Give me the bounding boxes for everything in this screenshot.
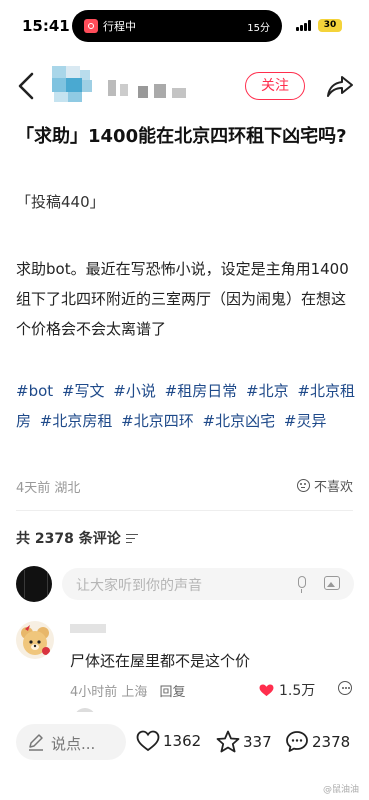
microphone-icon[interactable]	[298, 576, 306, 593]
teddy-bear-icon	[21, 625, 50, 655]
comment-input[interactable]: 让大家听到你的声音	[62, 568, 354, 600]
post-title: 「求助」1400能在北京四环租下凶宅吗?	[16, 126, 347, 147]
author-avatar[interactable]	[50, 66, 94, 104]
follow-button[interactable]: 关注	[245, 72, 305, 100]
say-something-button[interactable]: 说点...	[16, 724, 126, 760]
reply-button[interactable]: 回复	[160, 685, 186, 700]
share-icon[interactable]	[326, 72, 354, 100]
tag-link[interactable]: #小说	[113, 382, 156, 400]
tag-link[interactable]: #北京凶宅	[203, 412, 276, 430]
comment-count-label: 共 2378 条评论	[16, 531, 121, 547]
tag-link[interactable]: #灵异	[284, 412, 327, 430]
comment-meta: 4小时前 上海 回复	[70, 681, 186, 700]
battery-indicator: 30	[318, 19, 342, 32]
commenter-avatar[interactable]	[16, 621, 54, 659]
image-icon[interactable]	[324, 576, 340, 590]
star-outline-icon	[216, 730, 240, 753]
post-tags: #bot #写文 #小说 #租房日常 #北京 #北京租房 #北京房租 #北京四环…	[16, 376, 360, 436]
say-something-label: 说点...	[51, 735, 96, 753]
status-bar: 15:41 行程中 15分 30	[0, 0, 369, 54]
heart-filled-icon	[259, 683, 274, 696]
watermark: @鼠油油	[322, 785, 359, 795]
comment-input-placeholder: 让大家听到你的声音	[76, 578, 202, 594]
tag-link[interactable]: #写文	[62, 382, 105, 400]
collect-count: 337	[243, 732, 272, 751]
app-icon	[84, 19, 98, 33]
like-count: 1362	[163, 732, 202, 750]
post-subtitle: 「投稿440」	[16, 193, 105, 211]
collect-button[interactable]: 337	[216, 730, 272, 753]
activity-label: 行程中	[103, 20, 136, 33]
activity-time: 15分	[247, 23, 270, 34]
sort-icon[interactable]	[125, 533, 138, 543]
commenter-name[interactable]	[70, 624, 106, 633]
comment-like-button[interactable]: 1.5万	[259, 680, 315, 700]
my-avatar	[16, 566, 52, 602]
comment-like-count: 1.5万	[279, 683, 316, 699]
tag-link[interactable]: #北京	[246, 382, 289, 400]
comment-time-location: 4小时前 上海	[70, 685, 148, 700]
dynamic-island-activity[interactable]: 行程中 15分	[72, 10, 282, 42]
comment-count[interactable]: 共 2378 条评论	[16, 528, 138, 548]
nav-bar: 关注	[0, 58, 369, 114]
divider	[16, 510, 353, 511]
comment-text: 尸体还在屋里都不是这个价	[70, 652, 251, 670]
like-button[interactable]: 1362	[136, 730, 201, 752]
post-body: 求助bot。最近在写恐怖小说，设定是主角用1400组下了北四环附近的三室两厅（因…	[16, 260, 349, 338]
tag-link[interactable]: #北京房租	[40, 412, 113, 430]
tag-link[interactable]: #bot	[16, 382, 53, 400]
pen-icon	[29, 734, 43, 751]
comment-count-bottom: 2378	[312, 732, 351, 751]
post-time-location: 4天前 湖北	[16, 481, 81, 496]
more-options-icon[interactable]	[338, 681, 352, 695]
comment-button[interactable]: 2378	[285, 730, 350, 753]
signal-icon	[296, 20, 312, 31]
dislike-button[interactable]: 不喜欢	[296, 476, 353, 495]
dislike-label: 不喜欢	[313, 480, 353, 495]
author-name[interactable]	[108, 78, 188, 100]
back-arrow-icon[interactable]	[14, 68, 40, 104]
chat-bubble-icon	[286, 731, 308, 752]
tag-link[interactable]: #北京四环	[121, 412, 194, 430]
heart-outline-icon	[136, 730, 160, 752]
tag-link[interactable]: #租房日常	[165, 382, 238, 400]
frown-face-icon	[296, 479, 310, 492]
status-time: 15:41	[22, 17, 70, 35]
bottom-action-bar: 说点... 1362 337 2378 @鼠油油	[0, 712, 369, 800]
